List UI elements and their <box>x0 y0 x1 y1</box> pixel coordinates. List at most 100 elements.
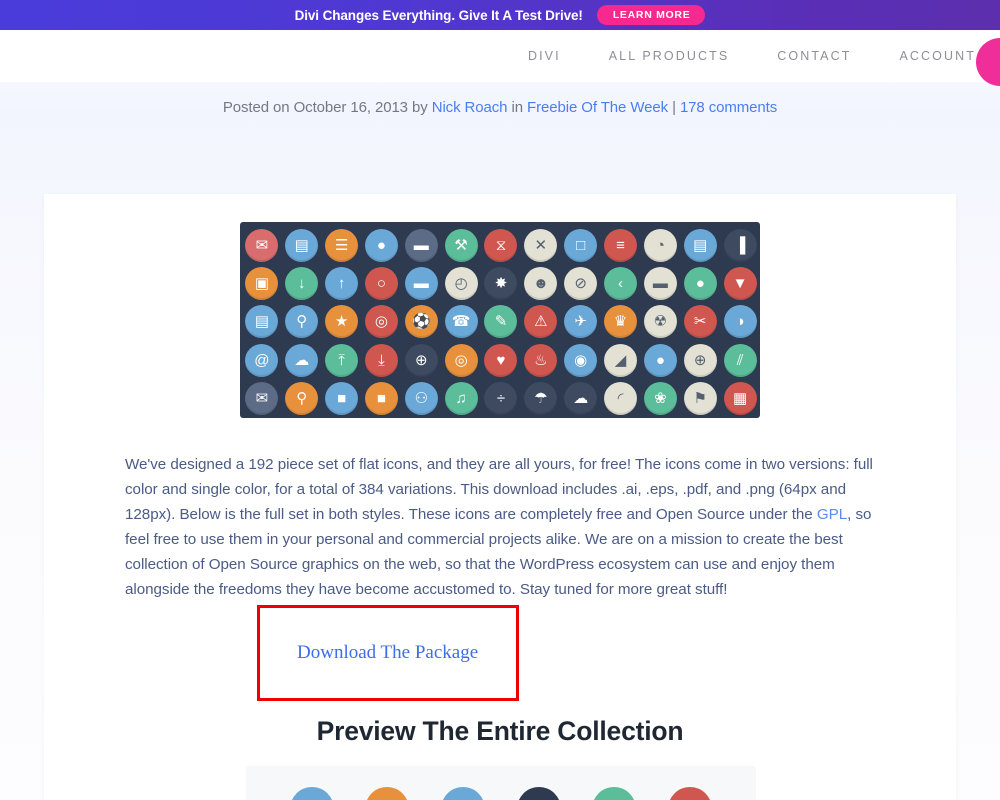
nav-item-all-products[interactable]: ALL PRODUCTS <box>585 49 754 63</box>
eye-icon: ◉ <box>564 343 598 377</box>
umbrella-icon: ☂ <box>524 382 558 416</box>
shield-icon: ✉ <box>245 228 279 262</box>
download-arrow-icon: ↓ <box>285 267 319 301</box>
main-navigation: DIVI ALL PRODUCTS CONTACT ACCOUNT <box>504 30 1000 86</box>
post-body-text: We've designed a 192 piece set of flat i… <box>125 452 875 602</box>
bar-chart-icon: ▐ <box>723 228 757 262</box>
heart-icon: ♥ <box>484 343 518 377</box>
locked-padlock-icon: ■ <box>364 382 398 416</box>
featured-image-icon-sheet: ✉ ▤ ☰ ● ▬ ⚒ ⧖ ✕ □ ≡ ◔ ▤ ▐ ▣ ↓ ↑ ○ ▬ ◴ ✸ ☻ ⊘ ‹ ▬ ● ▼ ▤ ⚲ ★ ◎ ⚽ ☎ ✎ ⚠ ✈ ♛ ☢ ✂ ◑ @… <box>240 222 760 418</box>
rainbow-icon: ◜ <box>604 382 638 416</box>
lightbulb-icon: ○ <box>364 267 398 301</box>
nav-item-divi[interactable]: DIVI <box>504 49 585 63</box>
clock-icon: ◴ <box>444 267 478 301</box>
unlocked-padlock-icon: ■ <box>325 382 359 416</box>
gift-icon: ❀ <box>643 382 677 416</box>
promo-banner-text: Divi Changes Everything. Give It A Test … <box>294 7 583 23</box>
page-root: Divi Changes Everything. Give It A Test … <box>0 0 1000 800</box>
preview-icon-2 <box>365 787 410 800</box>
no-mail-icon: ✕ <box>524 228 558 262</box>
post-meta-in: in <box>507 99 528 116</box>
mixer-icon: ▤ <box>245 305 279 339</box>
edit-icon: ✎ <box>484 305 518 339</box>
post-meta: Posted on October 16, 2013 by Nick Roach… <box>0 99 1000 116</box>
preview-panel <box>246 766 756 800</box>
key-icon: ⚲ <box>285 382 319 416</box>
post-date: October 16, 2013 <box>293 99 408 116</box>
cloud-download-icon: ⤓ <box>364 343 398 377</box>
compass-icon: ⊕ <box>404 343 438 377</box>
nav-item-contact[interactable]: CONTACT <box>753 49 875 63</box>
code-icon: ‹ <box>604 267 638 301</box>
cart-icon[interactable] <box>976 38 1000 86</box>
post-author-link[interactable]: Nick Roach <box>432 99 508 116</box>
lifebuoy-icon: ✸ <box>484 267 518 301</box>
high-heel-icon: ◢ <box>604 343 638 377</box>
at-sign-icon: @ <box>245 343 279 377</box>
preview-icon-4 <box>516 787 561 800</box>
learn-more-button[interactable]: LEARN MORE <box>596 4 706 26</box>
trophy-icon: ♛ <box>604 305 638 339</box>
cloud-upload-icon: ⤒ <box>325 343 359 377</box>
post-meta-by: by <box>407 99 432 116</box>
calculator-icon: ÷ <box>484 382 518 416</box>
fire-icon: ♨ <box>524 343 558 377</box>
preview-section-heading: Preview The Entire Collection <box>316 716 684 746</box>
promo-banner: Divi Changes Everything. Give It A Test … <box>0 0 1000 30</box>
download-highlight-box: Download The Package <box>257 605 519 701</box>
address-book-icon: ≡ <box>604 228 638 262</box>
download-the-package-link[interactable]: Download The Package <box>297 642 478 664</box>
soccer-ball-icon: ⚽ <box>404 305 438 339</box>
site-header: DIVI ALL PRODUCTS CONTACT ACCOUNT <box>0 30 1000 86</box>
hourglass-icon: ⧖ <box>484 228 518 262</box>
notebook-icon: □ <box>564 228 598 262</box>
preview-icon-5 <box>592 787 637 800</box>
scissors-icon: ✂ <box>683 305 717 339</box>
target-icon: ◎ <box>364 305 398 339</box>
post-meta-prefix: Posted on <box>222 99 294 116</box>
map-pin-icon: ● <box>683 267 717 301</box>
preview-icon-3 <box>441 787 486 800</box>
credit-card-icon: ▬ <box>404 267 438 301</box>
document-icon: ☰ <box>325 228 359 262</box>
preview-icon-row <box>246 787 756 800</box>
globe-icon: ◑ <box>723 305 757 339</box>
upload-arrow-icon: ↑ <box>325 267 359 301</box>
user-icon: ☻ <box>524 267 558 301</box>
partly-cloudy-icon: ☁ <box>564 382 598 416</box>
toolbox-icon: ▬ <box>643 267 677 301</box>
music-note-icon: ♫ <box>444 382 478 416</box>
radiation-icon: ☢ <box>643 305 677 339</box>
camera-icon: ◎ <box>444 343 478 377</box>
post-body-part1: We've designed a 192 piece set of flat i… <box>125 456 873 523</box>
film-strip-icon: ▦ <box>723 382 757 416</box>
forbidden-icon: ⊘ <box>564 267 598 301</box>
gpl-link[interactable]: GPL <box>817 506 847 523</box>
briefcase-icon: ▬ <box>404 228 438 262</box>
footprints-icon: ⫽ <box>723 343 757 377</box>
tools-icon: ⚒ <box>444 228 478 262</box>
post-comments-link[interactable]: 178 comments <box>680 99 777 116</box>
globe-grid-icon: ⊕ <box>683 343 717 377</box>
photo-icon: ▣ <box>245 267 279 301</box>
post-category-link[interactable]: Freebie Of The Week <box>527 99 668 116</box>
cloud-icon: ☁ <box>285 343 319 377</box>
preview-icon-6 <box>668 787 713 800</box>
airplane-icon: ✈ <box>564 305 598 339</box>
clipboard-icon: ▤ <box>683 228 717 262</box>
pie-chart-icon: ◔ <box>643 228 677 262</box>
phone-icon: ☎ <box>444 305 478 339</box>
water-drop-icon: ● <box>643 343 677 377</box>
warning-icon: ⚠ <box>524 305 558 339</box>
preview-icon-1 <box>289 787 334 800</box>
shield-badge-icon: ▼ <box>723 267 757 301</box>
chat-bubble-icon: ● <box>364 228 398 262</box>
flag-icon: ⚑ <box>683 382 717 416</box>
search-icon: ⚲ <box>285 305 319 339</box>
microphone-icon: ⚇ <box>404 382 438 416</box>
browser-window-icon: ▤ <box>285 228 319 262</box>
article-card: ✉ ▤ ☰ ● ▬ ⚒ ⧖ ✕ □ ≡ ◔ ▤ ▐ ▣ ↓ ↑ ○ ▬ ◴ ✸ ☻ ⊘ ‹ ▬ ● ▼ ▤ ⚲ ★ ◎ ⚽ ☎ ✎ ⚠ ✈ ♛ ☢ ✂ ◑ @… <box>44 194 956 800</box>
star-icon: ★ <box>325 305 359 339</box>
envelope-icon: ✉ <box>245 382 279 416</box>
post-meta-separator: | <box>668 99 680 116</box>
